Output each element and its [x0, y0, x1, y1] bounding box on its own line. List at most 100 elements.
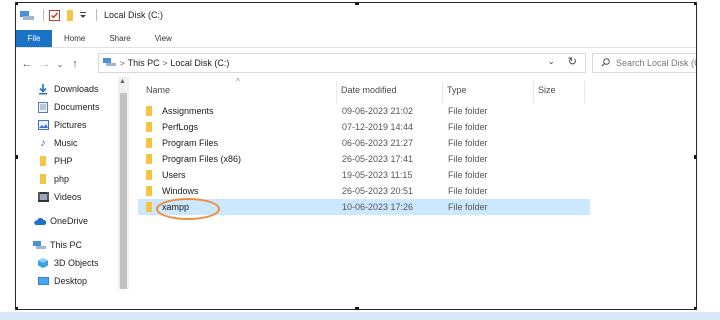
- nav-item-php-lower[interactable]: php: [36, 171, 128, 187]
- search-icon: [601, 57, 610, 69]
- properties-checkbox-icon[interactable]: [49, 9, 60, 21]
- folder-icon: [146, 154, 152, 164]
- file-row[interactable]: Windows 26-05-2023 20:51 File folder: [138, 183, 590, 199]
- column-header-type[interactable]: Type: [447, 85, 467, 95]
- tab-share[interactable]: Share: [97, 30, 142, 47]
- file-date-modified: 07-12-2019 14:44: [342, 122, 414, 132]
- file-name: Program Files (x86): [162, 154, 242, 164]
- up-arrow-icon[interactable]: ↑: [66, 58, 84, 70]
- address-dropdown-icon[interactable]: ⌄: [547, 56, 555, 67]
- folder-icon: [146, 138, 152, 148]
- file-row[interactable]: PerfLogs 07-12-2019 14:44 File folder: [138, 119, 590, 135]
- file-date-modified: 06-06-2023 21:27: [342, 138, 414, 148]
- search-box[interactable]: Search Local Disk (C:): [592, 53, 696, 73]
- scroll-up-arrow-icon[interactable]: ▲: [119, 78, 126, 85]
- file-date-modified: 09-06-2023 21:02: [342, 106, 414, 116]
- file-date-modified: 26-05-2023 20:51: [342, 186, 414, 196]
- nav-item-label: Music: [54, 138, 78, 148]
- nav-item-3d-objects[interactable]: 3D Objects: [36, 255, 128, 271]
- file-list: ^ Name Date modified Type Size Assignmen…: [136, 77, 696, 309]
- new-folder-icon[interactable]: [64, 9, 75, 21]
- breadcrumb-chevron-icon[interactable]: >: [120, 59, 125, 68]
- frame-handle: [694, 307, 696, 309]
- nav-item-label: This PC: [50, 240, 83, 250]
- customize-toolbar-dropdown-icon[interactable]: [79, 11, 87, 19]
- file-row[interactable]: Program Files 06-06-2023 21:27 File folder: [138, 135, 590, 151]
- computer-icon: [32, 240, 46, 250]
- nav-item-label: Downloads: [54, 84, 99, 94]
- title-separator: [43, 9, 44, 21]
- nav-item-php-upper[interactable]: PHP: [36, 153, 128, 169]
- address-row: ← → ⌄ ↑ > This PC > Local Disk (C:) ⌄ ↻ …: [16, 51, 696, 77]
- nav-item-label: Pictures: [54, 120, 87, 130]
- nav-item-label: Documents: [54, 102, 100, 112]
- tab-view[interactable]: View: [143, 30, 184, 47]
- breadcrumb-chevron-icon[interactable]: >: [163, 59, 168, 68]
- file-type: File folder: [448, 170, 488, 180]
- nav-item-this-pc[interactable]: This PC: [32, 237, 124, 253]
- documents-icon: [36, 101, 50, 113]
- music-note-icon: ♪: [40, 137, 46, 149]
- frame-handle: [355, 3, 359, 5]
- nav-item-documents[interactable]: Documents ✱: [36, 99, 128, 115]
- frame-handle: [16, 307, 18, 309]
- file-row[interactable]: Program Files (x86) 26-05-2023 17:41 File …: [138, 151, 590, 167]
- column-divider[interactable]: [336, 81, 337, 103]
- navigation-scrollbar[interactable]: ▲: [118, 77, 129, 289]
- refresh-icon[interactable]: ↻: [568, 55, 577, 68]
- window-title: Local Disk (C:): [104, 10, 164, 20]
- nav-item-onedrive[interactable]: OneDrive: [32, 213, 124, 229]
- folder-icon: [146, 202, 152, 212]
- nav-item-music[interactable]: ♪ Music ✱: [36, 135, 128, 151]
- nav-item-label: Videos: [54, 192, 82, 202]
- column-divider[interactable]: [533, 81, 534, 103]
- column-header-name[interactable]: Name: [146, 85, 170, 95]
- folder-icon: [146, 106, 152, 116]
- file-type: File folder: [448, 106, 488, 116]
- recent-locations-icon[interactable]: ⌄: [54, 60, 66, 69]
- file-type: File folder: [448, 154, 488, 164]
- file-type: File folder: [448, 186, 488, 196]
- file-name: xampp: [162, 202, 190, 212]
- folder-icon: [36, 156, 50, 166]
- explorer-window: Local Disk (C:) File Home Share View ← →…: [15, 2, 697, 310]
- file-row[interactable]: Users 19-05-2023 11:15 File folder: [138, 167, 590, 183]
- file-row[interactable]: xampp 10-06-2023 17:26 File folder: [138, 199, 590, 215]
- tab-home[interactable]: Home: [52, 30, 97, 47]
- scrollbar-thumb[interactable]: [120, 93, 127, 289]
- nav-item-downloads[interactable]: Downloads ✱: [36, 81, 128, 97]
- frame-handle: [694, 155, 696, 159]
- nav-item-label: OneDrive: [50, 216, 89, 226]
- file-type: File folder: [448, 138, 488, 148]
- breadcrumb-this-pc[interactable]: This PC: [128, 58, 160, 68]
- desktop-icon: [36, 276, 50, 286]
- file-date-modified: 10-06-2023 17:26: [342, 202, 414, 212]
- nav-item-label: php: [54, 174, 70, 184]
- file-date-modified: 19-05-2023 11:15: [342, 170, 413, 180]
- nav-item-label: Desktop: [54, 276, 88, 286]
- nav-item-videos[interactable]: Videos: [36, 189, 128, 205]
- column-divider[interactable]: [584, 81, 585, 103]
- videos-icon: [36, 192, 50, 202]
- folder-icon: [146, 122, 152, 132]
- address-bar[interactable]: > This PC > Local Disk (C:) ⌄ ↻: [98, 53, 586, 73]
- back-arrow-icon[interactable]: ←: [18, 58, 36, 70]
- column-header-date-modified[interactable]: Date modified: [341, 85, 397, 95]
- column-header-size[interactable]: Size: [538, 85, 556, 95]
- nav-item-desktop[interactable]: Desktop: [36, 273, 128, 289]
- forward-arrow-icon[interactable]: →: [36, 58, 54, 70]
- file-type: File folder: [448, 202, 488, 212]
- file-name: Program Files: [162, 138, 219, 148]
- frame-handle: [694, 3, 696, 5]
- tab-file[interactable]: File: [16, 30, 52, 47]
- taskbar-edge: [0, 312, 720, 320]
- nav-item-label: PHP: [54, 156, 73, 166]
- nav-item-pictures[interactable]: Pictures ✱: [36, 117, 128, 133]
- file-row[interactable]: Assignments 09-06-2023 21:02 File folder: [138, 103, 590, 119]
- title-bar: Local Disk (C:): [16, 3, 696, 27]
- download-arrow-icon: [36, 83, 50, 95]
- folder-icon: [146, 186, 152, 196]
- breadcrumb-local-disk[interactable]: Local Disk (C:): [170, 58, 229, 68]
- explorer-app-icon[interactable]: [20, 9, 34, 21]
- column-divider[interactable]: [442, 81, 443, 103]
